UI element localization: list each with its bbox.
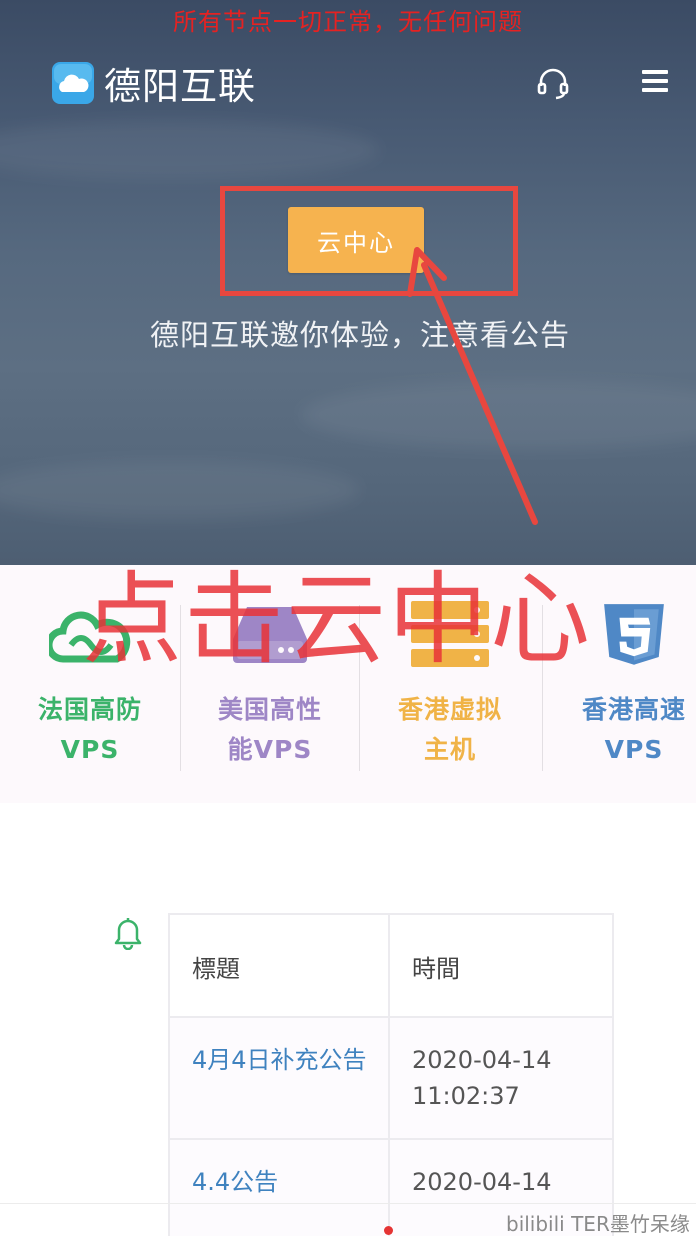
cloud-decoration [300, 380, 696, 450]
hero-section: 所有节点一切正常，无任何问题 德阳互联 云中心 德阳互联邀你体验，注意看公告 [0, 0, 696, 565]
product-us-vps[interactable]: 美国高性 能VPS [180, 565, 360, 803]
announcement-time: 2020-04-14 11:02:37 [388, 1016, 614, 1140]
announcement-title-link[interactable]: 4月4日补充公告 [168, 1016, 390, 1140]
product-france-vps[interactable]: 法国高防 VPS [0, 565, 180, 803]
cloud-decoration [0, 460, 360, 520]
table-row[interactable]: 4月4日补充公告 2020-04-14 11:02:37 [168, 1016, 614, 1140]
column-header-title: 標題 [168, 913, 390, 1018]
bell-icon [114, 918, 142, 950]
product-label: 香港高速 VPS [581, 695, 686, 764]
cloud-decoration [0, 120, 380, 180]
cloud-logo-icon[interactable] [52, 62, 94, 104]
cloud-center-button[interactable]: 云中心 [288, 207, 424, 273]
announcement-table: 標題 時間 4月4日补充公告 2020-04-14 11:02:37 4.4公告… [168, 913, 614, 1236]
products-strip: 法国高防 VPS 美国高性 能VPS 香港虚拟 主机 香港高速 VPS [0, 565, 696, 803]
hard-drive-icon [233, 607, 307, 663]
hero-subtitle: 德阳互联邀你体验，注意看公告 [149, 318, 570, 352]
menu-icon[interactable] [642, 70, 668, 94]
page-indicator-dot [384, 1226, 393, 1235]
product-label: 香港虚拟 主机 [397, 695, 502, 764]
announcement-title-link[interactable]: 4.4公告 [168, 1138, 390, 1236]
server-stack-icon [411, 601, 489, 667]
watermark: bilibili TER墨竹呆缘 [506, 1212, 690, 1236]
table-header-row: 標題 時間 [168, 913, 614, 1018]
cloud-infinity-icon [49, 611, 131, 663]
html5-icon [604, 604, 664, 665]
product-label: 法国高防 VPS [37, 695, 142, 764]
bottom-divider [0, 1203, 696, 1204]
product-label: 美国高性 能VPS [217, 695, 322, 764]
status-notice: 所有节点一切正常，无任何问题 [173, 8, 523, 36]
column-header-time: 時間 [388, 913, 614, 1018]
brand-name[interactable]: 德阳互联 [104, 56, 256, 110]
product-hk-hosting[interactable]: 香港虚拟 主机 [360, 565, 540, 803]
headset-icon[interactable] [536, 66, 570, 100]
product-hk-vps[interactable]: 香港高速 VPS [542, 565, 696, 803]
